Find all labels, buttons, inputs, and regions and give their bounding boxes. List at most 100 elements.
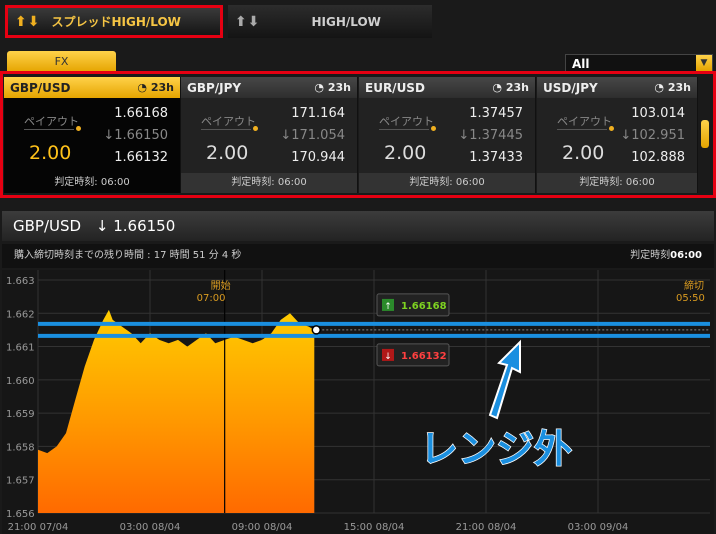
payout-divider [557, 129, 607, 130]
tab-fx[interactable]: FX [7, 51, 116, 72]
chart-subheader: 購入締切時刻までの残り時間 : 17 時間 51 分 4 秒 判定時刻06:00 [2, 244, 714, 268]
payout-divider [24, 129, 74, 130]
y-tick-label: 1.656 [6, 509, 35, 520]
ticker-pair: USD/JPY [543, 80, 598, 95]
tab-spread-highlow[interactable]: ⬆ ⬇ スプレッドHIGH/LOW [5, 5, 223, 38]
ticker-card-header: GBP/USD ◔ 23h [4, 77, 180, 98]
tab-spread-label: スプレッドHIGH/LOW [51, 15, 181, 29]
high-price: 1.66168 [114, 106, 168, 121]
ticker-pair: EUR/USD [365, 80, 425, 95]
price-chart: 1.663 1.662 1.661 1.660 1.659 1.658 1.657 1.656… [2, 270, 714, 534]
tab-highlow-label: HIGH/LOW [311, 14, 381, 29]
end-marker-label: 締切 [684, 279, 704, 292]
ticker-card-gbp-usd[interactable]: GBP/USD ◔ 23h ペイアウト 2.00 1.66168 ↓1.66150 1.66… [4, 77, 181, 193]
payout-label: ペイアウト [24, 115, 79, 128]
current-price: ↓1.66150 [103, 128, 168, 143]
category-select[interactable]: All ▼ [565, 54, 713, 72]
high-box-value: 1.66168 [401, 301, 447, 312]
ticker-timer: ◔ 23h [492, 81, 529, 94]
chart-pair: GBP/USD [13, 217, 82, 235]
ticker-card-usd-jpy[interactable]: USD/JPY ◔ 23h ペイアウト 2.00 103.014 ↓102.951 102.… [537, 77, 698, 193]
payout-value: 2.00 [29, 142, 72, 164]
current-dot-icon [609, 126, 614, 131]
payout-divider [379, 129, 429, 130]
ticker-card-header: GBP/JPY ◔ 23h [181, 77, 357, 98]
down-arrow-icon: ↓ [620, 128, 632, 143]
current-dot-icon [431, 126, 436, 131]
current-price-dot [311, 325, 322, 335]
down-arrow-icon: ↓ [103, 128, 115, 143]
ticker-pair: GBP/USD [10, 80, 71, 95]
low-price: 1.66132 [114, 150, 168, 165]
judge-time: 判定時刻: 06:00 [359, 173, 535, 193]
ticker-card-gbp-jpy[interactable]: GBP/JPY ◔ 23h ペイアウト 2.00 171.164 ↓171.054 170.… [181, 77, 358, 193]
category-select-value: All [572, 57, 590, 71]
low-price: 1.37433 [469, 150, 523, 165]
chart-header: GBP/USD ↓ 1.66150 [2, 211, 714, 241]
current-price: ↓171.054 [280, 128, 345, 143]
down-arrow-icon: ↓ [280, 128, 292, 143]
x-tick-label: 21:00 07/04 [8, 522, 69, 533]
payout-value: 2.00 [384, 142, 427, 164]
current-dot-icon [253, 126, 258, 131]
payout-label: ペイアウト [201, 115, 256, 128]
clock-icon: ◔ [314, 81, 325, 94]
ticker-timer: ◔ 23h [314, 81, 351, 94]
y-tick-label: 1.660 [6, 376, 35, 387]
up-down-arrows-icon: ⬆ ⬇ [15, 13, 40, 30]
ticker-card-header: EUR/USD ◔ 23h [359, 77, 535, 98]
y-tick-label: 1.657 [6, 476, 35, 487]
y-tick-label: 1.658 [6, 442, 35, 453]
ticker-card-eur-usd[interactable]: EUR/USD ◔ 23h ペイアウト 2.00 1.37457 ↓1.37445 1.37… [359, 77, 536, 193]
payout-value: 2.00 [562, 142, 605, 164]
payout-divider [201, 129, 251, 130]
ticker-pair: GBP/JPY [187, 80, 242, 95]
x-tick-label: 09:00 08/04 [232, 522, 293, 533]
low-price: 102.888 [631, 150, 685, 165]
high-price: 103.014 [631, 106, 685, 121]
start-marker-label: 開始 [211, 279, 231, 292]
high-price: 1.37457 [469, 106, 523, 121]
clock-icon: ◔ [654, 81, 665, 94]
current-dot-icon [76, 126, 81, 131]
judge-time: 判定時刻: 06:00 [537, 173, 697, 193]
x-tick-label: 15:00 08/04 [344, 522, 405, 533]
down-arrow-icon: ↓ [458, 128, 470, 143]
clock-icon: ◔ [492, 81, 503, 94]
ticker-card-body: ペイアウト 2.00 171.164 ↓171.054 170.944 [181, 98, 357, 173]
annotation-out-of-range: レンジ外 [420, 427, 572, 471]
up-arrow-icon: ↑ [384, 302, 392, 312]
start-marker-time: 07:00 [197, 293, 226, 304]
judge-time-text: 判定時刻06:00 [630, 250, 702, 261]
chart-rate: 1.66150 [113, 217, 176, 235]
judge-time: 判定時刻: 06:00 [181, 173, 357, 193]
current-price: ↓1.37445 [458, 128, 523, 143]
chevron-down-icon: ▼ [696, 55, 712, 71]
judge-time: 判定時刻: 06:00 [4, 173, 180, 193]
ticker-card-header: USD/JPY ◔ 23h [537, 77, 697, 98]
ticker-card-body: ペイアウト 2.00 1.37457 ↓1.37445 1.37433 [359, 98, 535, 173]
scroll-right-button[interactable] [701, 120, 709, 148]
payout-label: ペイアウト [557, 115, 612, 128]
clock-icon: ◔ [137, 81, 148, 94]
payout-value: 2.00 [206, 142, 249, 164]
down-arrow-icon: ↓ [95, 217, 109, 235]
current-price: ↓102.951 [620, 128, 685, 143]
ticker-card-body: ペイアウト 2.00 1.66168 ↓1.66150 1.66132 [4, 98, 180, 173]
end-marker-time: 05:50 [676, 293, 705, 304]
payout-label: ペイアウト [379, 115, 434, 128]
y-tick-label: 1.663 [6, 276, 35, 287]
ticker-card-body: ペイアウト 2.00 103.014 ↓102.951 102.888 [537, 98, 697, 173]
countdown-text: 購入締切時刻までの残り時間 : 17 時間 51 分 4 秒 [14, 250, 242, 261]
y-tick-label: 1.661 [6, 343, 35, 354]
y-tick-label: 1.662 [6, 309, 35, 320]
x-tick-label: 03:00 09/04 [568, 522, 629, 533]
low-price: 170.944 [291, 150, 345, 165]
low-box-value: 1.66132 [401, 351, 447, 362]
up-down-arrows-icon: ⬆ ⬇ [235, 13, 260, 30]
x-tick-label: 21:00 08/04 [456, 522, 517, 533]
ticker-timer: ◔ 23h [137, 81, 174, 94]
tab-highlow[interactable]: ⬆ ⬇ HIGH/LOW [228, 5, 432, 38]
x-tick-label: 03:00 08/04 [120, 522, 181, 533]
y-tick-label: 1.659 [6, 409, 35, 420]
